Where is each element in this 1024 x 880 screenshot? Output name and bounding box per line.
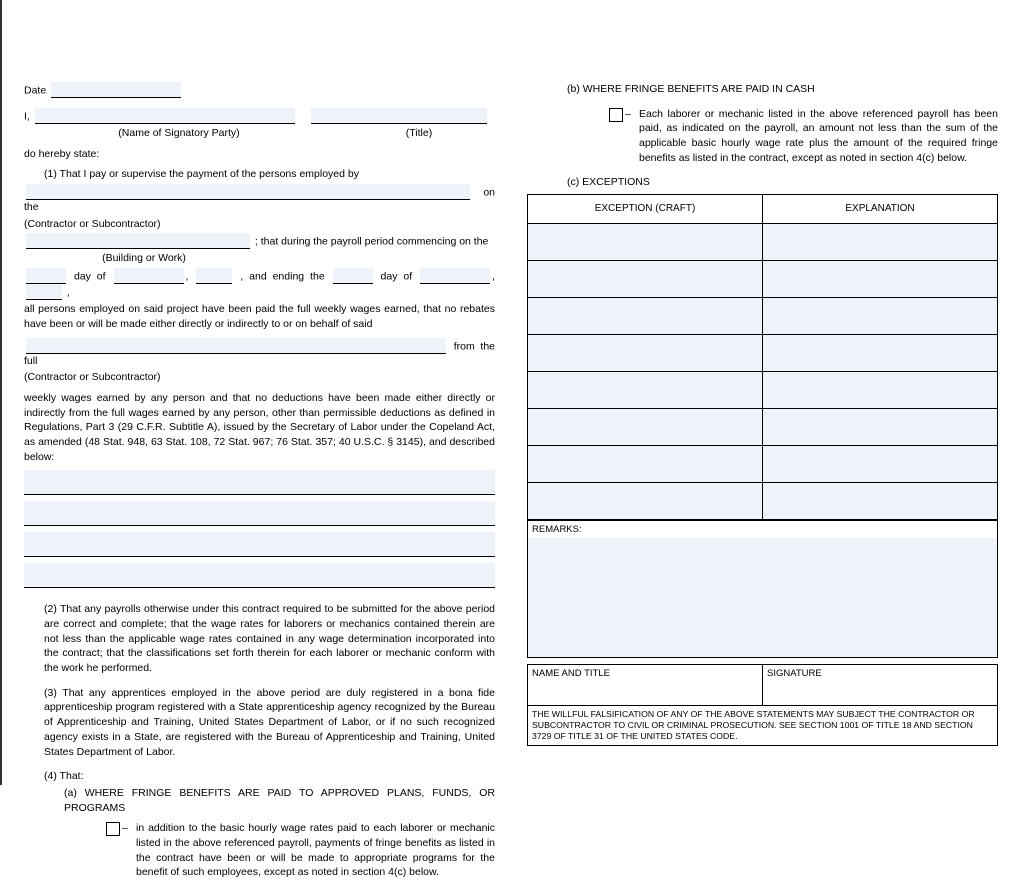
weekly-para: weekly wages earned by any person and th… <box>24 391 495 464</box>
start-day-field[interactable] <box>26 268 66 284</box>
para3: (3) That any apprentices employed in the… <box>24 686 495 759</box>
para4c: (c) EXCEPTIONS <box>527 175 998 190</box>
exc-cell[interactable] <box>763 409 998 446</box>
checkbox-a[interactable] <box>106 822 120 836</box>
exc-cell[interactable] <box>763 372 998 409</box>
exc-cell[interactable] <box>528 446 763 483</box>
date-label: Date <box>24 84 46 96</box>
and-ending: , and ending the <box>240 270 330 282</box>
deduction-line-4[interactable] <box>24 563 495 588</box>
signature-label: SIGNATURE <box>767 668 822 679</box>
exceptions-table: EXCEPTION (CRAFT) EXPLANATION <box>527 194 998 520</box>
contractor-row: on the <box>24 184 495 215</box>
date-row: Date <box>24 82 495 98</box>
signatory-captions: (Name of Signatory Party) (Title) <box>24 126 495 141</box>
exc-cell[interactable] <box>528 298 763 335</box>
date-field[interactable] <box>51 82 181 98</box>
bullet-b-row: – Each laborer or mechanic listed in the… <box>527 107 998 166</box>
th-explanation: EXPLANATION <box>763 195 998 224</box>
title-caption: (Title) <box>344 126 494 141</box>
exc-cell[interactable] <box>528 224 763 261</box>
exc-cell[interactable] <box>763 335 998 372</box>
remarks-field[interactable] <box>527 538 998 658</box>
exc-cell[interactable] <box>528 335 763 372</box>
start-month-field[interactable] <box>114 268 184 284</box>
end-year-field[interactable] <box>26 284 62 300</box>
exc-cell[interactable] <box>528 409 763 446</box>
contractor-field[interactable] <box>26 184 470 200</box>
exc-cell[interactable] <box>528 372 763 409</box>
contractor2-caption: (Contractor or Subcontractor) <box>24 370 444 385</box>
bullet-a-row: – in addition to the basic hourly wage r… <box>24 821 495 880</box>
all-persons-text: all persons employed on said project hav… <box>24 302 495 331</box>
left-column: Date I, (Name of Signatory Party) (Title… <box>12 12 511 773</box>
contractor2-field[interactable] <box>26 338 446 354</box>
para2: (2) That any payrolls otherwise under th… <box>24 602 495 675</box>
exc-cell[interactable] <box>528 483 763 520</box>
end-day-field[interactable] <box>333 268 373 284</box>
exc-cell[interactable] <box>763 261 998 298</box>
signatory-row: I, <box>24 108 495 124</box>
exc-cell[interactable] <box>763 298 998 335</box>
start-year-field[interactable] <box>196 268 232 284</box>
name-and-title-box[interactable]: NAME AND TITLE <box>527 664 763 706</box>
deduction-line-2[interactable] <box>24 501 495 526</box>
name-and-title-label: NAME AND TITLE <box>532 668 610 679</box>
para4b: (b) WHERE FRINGE BENEFITS ARE PAID IN CA… <box>527 82 998 97</box>
remarks-label: REMARKS: <box>527 520 998 538</box>
para4a: (a) WHERE FRINGE BENEFITS ARE PAID TO AP… <box>24 786 495 815</box>
building-caption: (Building or Work) <box>64 251 308 266</box>
payroll-period-text: ; that during the payroll period commenc… <box>255 236 488 248</box>
para1-lead: (1) That I pay or supervise the payment … <box>24 167 495 182</box>
name-caption: (Name of Signatory Party) <box>64 126 294 141</box>
contractor2-row: from the full <box>24 338 495 369</box>
end-month-field[interactable] <box>420 268 490 284</box>
hereby-state: do hereby state: <box>24 147 495 162</box>
comma-tail: , <box>67 286 70 298</box>
signatory-title-field[interactable] <box>311 108 487 124</box>
checkbox-b[interactable] <box>609 108 623 122</box>
exc-cell[interactable] <box>763 446 998 483</box>
signature-box[interactable]: SIGNATURE <box>763 664 998 706</box>
bullet-a-text: in addition to the basic hourly wage rat… <box>130 821 495 880</box>
building-row: ; that during the payroll period commenc… <box>24 233 495 249</box>
right-column: (b) WHERE FRINGE BENEFITS ARE PAID IN CA… <box>511 12 1006 773</box>
falsification-notice: THE WILLFUL FALSIFICATION OF ANY OF THE … <box>527 706 998 746</box>
exc-cell[interactable] <box>528 261 763 298</box>
dates-row: day of , , and ending the day of , , <box>24 268 495 300</box>
signature-row: NAME AND TITLE SIGNATURE <box>527 664 998 706</box>
signatory-name-field[interactable] <box>35 108 295 124</box>
deduction-line-1[interactable] <box>24 470 495 495</box>
dash-b: – <box>623 107 633 122</box>
dash-a: – <box>120 821 130 836</box>
form-page: Date I, (Name of Signatory Party) (Title… <box>0 0 1024 785</box>
day-of-1b: day of <box>381 270 419 282</box>
i-label: I, <box>24 110 30 122</box>
bullet-b-text: Each laborer or mechanic listed in the a… <box>633 107 998 166</box>
day-of-1a: day of <box>74 270 112 282</box>
para4-lead: (4) That: <box>24 769 495 784</box>
deduction-line-3[interactable] <box>24 532 495 557</box>
exc-cell[interactable] <box>763 483 998 520</box>
th-exception-craft: EXCEPTION (CRAFT) <box>528 195 763 224</box>
building-field[interactable] <box>26 233 250 249</box>
contractor-caption: (Contractor or Subcontractor) <box>24 217 468 232</box>
exc-cell[interactable] <box>763 224 998 261</box>
